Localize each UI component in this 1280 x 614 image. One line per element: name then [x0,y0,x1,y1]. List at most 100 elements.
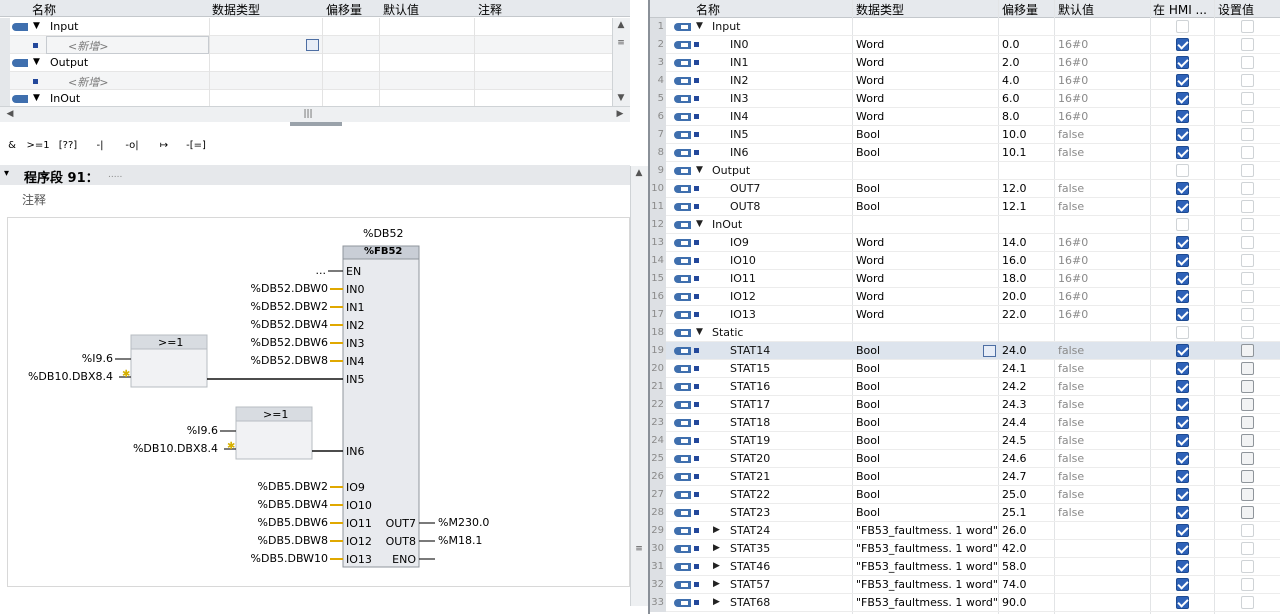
negate-icon[interactable]: -o| [120,136,144,156]
var-default[interactable]: 16#0 [1058,56,1088,69]
var-default[interactable]: false [1058,182,1084,195]
var-default[interactable]: false [1058,470,1084,483]
setpoint-checkbox[interactable] [1241,290,1254,303]
hmi-accessible-checkbox[interactable] [1176,20,1189,33]
setpoint-checkbox[interactable] [1241,596,1254,609]
table-row[interactable]: 18 ▼ Static [650,324,1280,342]
table-row[interactable]: 15 IO11 Word 18.0 16#0 [650,270,1280,288]
var-default[interactable]: false [1058,434,1084,447]
collapsed-arrow-icon[interactable]: ▶ [713,525,720,535]
expand-arrow-icon[interactable]: ▼ [696,21,703,31]
col-name[interactable]: 名称 [696,1,720,18]
scroll-grip-icon[interactable]: ||| [298,107,318,122]
var-datatype[interactable]: "FB53_faultmess. 1 word" [856,596,998,609]
collapse-icon[interactable]: ▾ [4,168,9,179]
setpoint-checkbox[interactable] [1241,182,1254,195]
var-datatype[interactable]: Word [856,56,884,69]
setpoint-checkbox[interactable] [1241,308,1254,321]
or-box-icon[interactable]: >=1 [26,136,50,156]
var-default[interactable]: false [1058,416,1084,429]
setpoint-checkbox[interactable] [1241,452,1254,465]
setpoint-checkbox[interactable] [1241,146,1254,159]
setpoint-checkbox[interactable] [1241,326,1254,339]
empty-box-icon[interactable]: [??] [56,136,80,156]
table-row[interactable]: 24 STAT19 Bool 24.5 false [650,432,1280,450]
scroll-up-icon[interactable]: ▲ [613,18,629,33]
col-comment[interactable]: 注释 [478,1,502,18]
datatype-picker-icon[interactable] [306,39,319,51]
setpoint-checkbox[interactable] [1241,488,1254,501]
table-row[interactable]: 28 STAT23 Bool 25.1 false [650,504,1280,522]
col-default[interactable]: 默认值 [1058,1,1094,18]
var-default[interactable]: 16#0 [1058,74,1088,87]
table-row[interactable]: 20 STAT15 Bool 24.1 false [650,360,1280,378]
var-datatype[interactable]: "FB53_faultmess. 1 word" [856,560,998,573]
interface-row[interactable]: ▼ Output [0,54,630,72]
var-default[interactable]: false [1058,344,1084,357]
hmi-accessible-checkbox[interactable] [1176,38,1189,51]
hmi-accessible-checkbox[interactable] [1176,182,1189,195]
interface-row[interactable]: ▼ InOut [0,90,630,106]
hmi-accessible-checkbox[interactable] [1176,578,1189,591]
hmi-accessible-checkbox[interactable] [1176,56,1189,69]
hmi-accessible-checkbox[interactable] [1176,308,1189,321]
col-name[interactable]: 名称 [32,1,56,18]
collapsed-arrow-icon[interactable]: ▶ [713,579,720,589]
expand-arrow-icon[interactable]: ▼ [696,219,703,229]
setpoint-checkbox[interactable] [1241,128,1254,141]
table-row[interactable]: 12 ▼ InOut [650,216,1280,234]
var-default[interactable]: 16#0 [1058,254,1088,267]
hmi-accessible-checkbox[interactable] [1176,128,1189,141]
editor-vscrollbar[interactable]: ▲ ≡ [630,166,648,606]
scroll-right-icon[interactable]: ▶ [612,107,628,122]
interface-row[interactable]: ▼ Input [0,18,630,36]
table-row[interactable]: 19 STAT14 Bool 24.0 false [650,342,1280,360]
setpoint-checkbox[interactable] [1241,236,1254,249]
hmi-accessible-checkbox[interactable] [1176,362,1189,375]
hmi-accessible-checkbox[interactable] [1176,200,1189,213]
expand-arrow-icon[interactable]: ▼ [696,165,703,175]
interface-hscrollbar[interactable]: ◀ ||| ▶ [0,106,630,122]
scroll-grip-icon[interactable]: ≡ [631,542,647,557]
hmi-accessible-checkbox[interactable] [1176,542,1189,555]
var-default[interactable]: false [1058,200,1084,213]
setpoint-checkbox[interactable] [1241,56,1254,69]
and-box-icon[interactable]: & [0,136,24,156]
setpoint-checkbox[interactable] [1241,524,1254,537]
var-datatype[interactable]: Bool [856,380,880,393]
hmi-accessible-checkbox[interactable] [1176,146,1189,159]
setpoint-checkbox[interactable] [1241,470,1254,483]
table-row[interactable]: 16 IO12 Word 20.0 16#0 [650,288,1280,306]
hmi-accessible-checkbox[interactable] [1176,164,1189,177]
var-default[interactable]: false [1058,128,1084,141]
setpoint-checkbox[interactable] [1241,506,1254,519]
collapsed-arrow-icon[interactable]: ▶ [713,543,720,553]
network-header[interactable]: ▾ 程序段 91： ..... [0,165,630,186]
var-datatype[interactable]: Bool [856,344,880,357]
col-default[interactable]: 默认值 [383,1,419,18]
col-hmi[interactable]: 在 HMI ... [1153,1,1207,18]
setpoint-checkbox[interactable] [1241,416,1254,429]
table-row[interactable]: 10 OUT7 Bool 12.0 false [650,180,1280,198]
var-default[interactable]: false [1058,362,1084,375]
setpoint-checkbox[interactable] [1241,362,1254,375]
var-default[interactable]: false [1058,146,1084,159]
var-datatype[interactable]: Bool [856,146,880,159]
table-row[interactable]: 21 STAT16 Bool 24.2 false [650,378,1280,396]
table-row[interactable]: 25 STAT20 Bool 24.6 false [650,450,1280,468]
var-default[interactable]: false [1058,506,1084,519]
collapsed-arrow-icon[interactable]: ▶ [713,561,720,571]
table-row[interactable]: 3 IN1 Word 2.0 16#0 [650,54,1280,72]
setpoint-checkbox[interactable] [1241,254,1254,267]
table-row[interactable]: 14 IO10 Word 16.0 16#0 [650,252,1280,270]
setpoint-checkbox[interactable] [1241,200,1254,213]
setpoint-checkbox[interactable] [1241,74,1254,87]
hmi-accessible-checkbox[interactable] [1176,74,1189,87]
table-row[interactable]: 27 STAT22 Bool 25.0 false [650,486,1280,504]
table-row[interactable]: 29 ▶ STAT24 "FB53_faultmess. 1 word" 26.0 [650,522,1280,540]
expand-arrow-icon[interactable]: ▼ [33,93,40,103]
var-default[interactable]: false [1058,452,1084,465]
setpoint-checkbox[interactable] [1241,542,1254,555]
var-datatype[interactable]: Bool [856,398,880,411]
var-default[interactable]: 16#0 [1058,308,1088,321]
